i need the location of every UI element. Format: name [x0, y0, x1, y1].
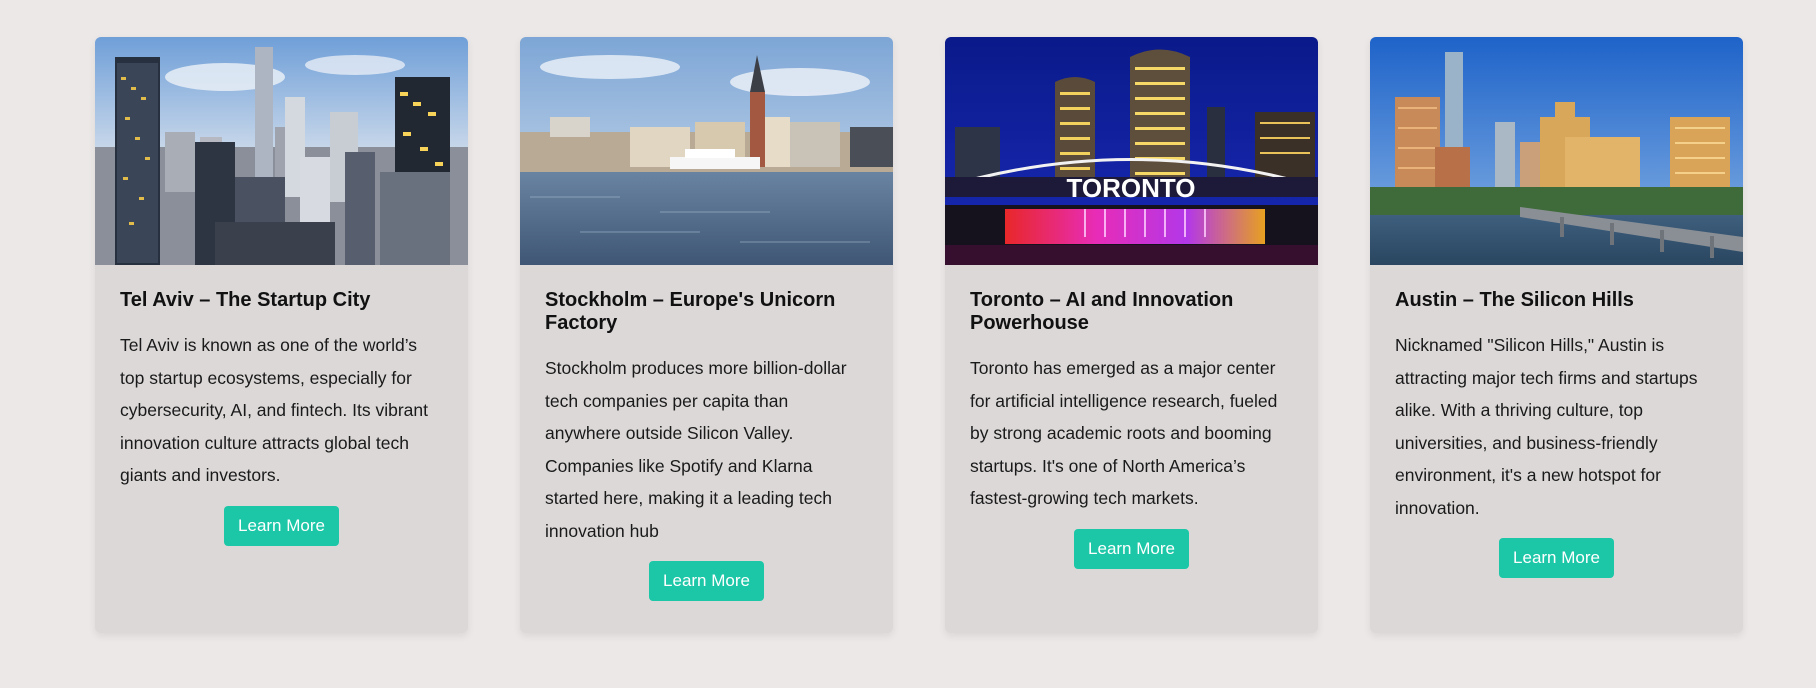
- card-body: Austin – The Silicon Hills Nicknamed "Si…: [1370, 265, 1743, 578]
- card-title: Austin – The Silicon Hills: [1395, 289, 1634, 311]
- learn-more-button[interactable]: Learn More: [649, 561, 764, 601]
- card-description: Toronto has emerged as a major center fo…: [970, 358, 1278, 508]
- austin-skyline-image: [1370, 37, 1743, 265]
- toronto-sign-text: TORONTO: [1066, 173, 1195, 203]
- card-body: Tel Aviv – The Startup City Tel Aviv is …: [95, 265, 468, 546]
- toronto-night-sign-image: TORONTO: [945, 37, 1318, 265]
- city-card-austin: Austin – The Silicon Hills Nicknamed "Si…: [1370, 37, 1743, 633]
- card-title: Stockholm – Europe's Unicorn Factory: [545, 289, 836, 334]
- city-card-tel-aviv: Tel Aviv – The Startup City Tel Aviv is …: [95, 37, 468, 633]
- card-description: Stockholm produces more billion-dollar t…: [545, 358, 847, 541]
- city-card-toronto: TORONTO Toronto – AI and Innovation Powe…: [945, 37, 1318, 633]
- learn-more-button[interactable]: Learn More: [1499, 538, 1614, 578]
- card-body: Stockholm – Europe's Unicorn Factory Sto…: [520, 265, 893, 601]
- card-title: Toronto – AI and Innovation Powerhouse: [970, 289, 1234, 334]
- card-title: Tel Aviv – The Startup City: [120, 289, 371, 311]
- city-cards-row: Tel Aviv – The Startup City Tel Aviv is …: [95, 37, 1743, 633]
- card-description: Tel Aviv is known as one of the world’s …: [120, 335, 429, 485]
- stockholm-waterfront-image: [520, 37, 893, 265]
- tel-aviv-skyline-image: [95, 37, 468, 265]
- city-card-stockholm: Stockholm – Europe's Unicorn Factory Sto…: [520, 37, 893, 633]
- card-body: Toronto – AI and Innovation Powerhouse T…: [945, 265, 1318, 569]
- card-description: Nicknamed "Silicon Hills," Austin is att…: [1395, 335, 1698, 518]
- learn-more-button[interactable]: Learn More: [224, 505, 339, 546]
- learn-more-button[interactable]: Learn More: [1074, 528, 1189, 569]
